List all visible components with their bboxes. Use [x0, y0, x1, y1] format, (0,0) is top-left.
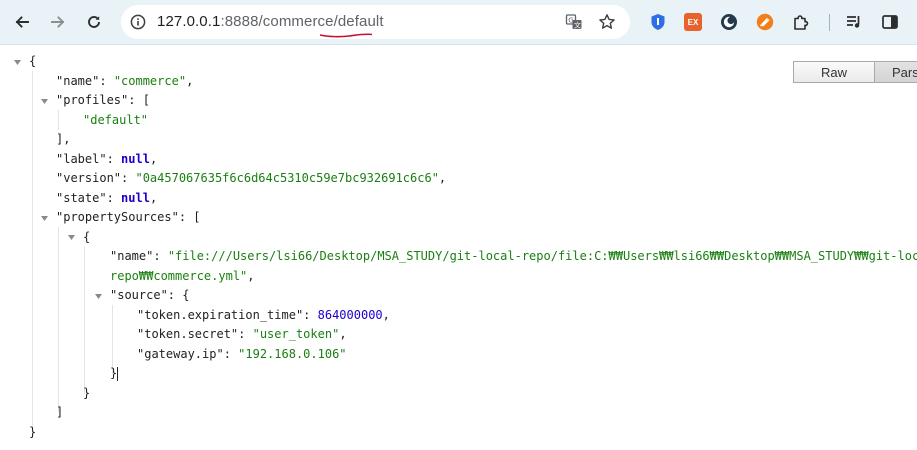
json-line: "state": null, — [56, 191, 158, 205]
back-button[interactable] — [9, 9, 35, 35]
json-key: "label" — [56, 152, 107, 166]
url-path: :8888/commerce/default — [220, 13, 384, 30]
json-line: "label": null, — [56, 152, 158, 166]
collapse-toggle-icon[interactable] — [94, 292, 103, 301]
json-string: "default" — [83, 113, 149, 127]
translate-icon[interactable]: G 文 — [565, 13, 583, 31]
collapse-toggle-icon[interactable] — [40, 214, 49, 223]
reading-list-icon — [847, 16, 860, 28]
json-line: "token.expiration_time": 864000000, — [137, 308, 390, 322]
json-key: "source" — [110, 288, 168, 302]
back-arrow-icon — [15, 16, 29, 28]
svg-text:文: 文 — [574, 21, 581, 30]
json-string: "192.168.0.106" — [238, 347, 347, 361]
json-null: null — [121, 191, 150, 205]
json-line: } — [83, 386, 91, 400]
extensions-puzzle-icon — [794, 15, 809, 30]
json-key: "name" — [110, 249, 154, 263]
extensions-button[interactable] — [792, 13, 810, 31]
reload-icon — [88, 16, 100, 28]
reading-list-button[interactable] — [845, 13, 863, 31]
json-line: repo₩₩commerce.yml", — [110, 269, 255, 283]
json-line: ], — [56, 132, 71, 146]
collapse-toggle-icon[interactable] — [13, 58, 22, 67]
forward-button[interactable] — [45, 9, 71, 35]
json-line: { — [29, 54, 37, 68]
json-line: "gateway.ip": "192.168.0.106" — [137, 347, 347, 361]
ex-extension-icon: EX — [687, 17, 699, 27]
toolbar-divider — [829, 14, 830, 31]
json-string: "file:///Users/lsi66/Desktop/MSA_STUDY/g… — [167, 249, 917, 263]
forward-arrow-icon — [51, 16, 65, 28]
browser-toolbar: 127.0.0.1:8888/commerce/default G 文 EX — [0, 0, 917, 45]
bookmark-star-icon[interactable] — [598, 13, 616, 31]
json-line: "name": "file:///Users/lsi66/Desktop/MSA… — [110, 247, 917, 266]
parsed-button[interactable]: Parsed — [874, 61, 917, 83]
json-line: } — [29, 425, 37, 439]
json-string: "0a457067635f6c6d64c5310c59e7bc932691c6c… — [135, 171, 439, 185]
json-line: "source": { — [110, 288, 190, 302]
json-key: "name" — [56, 74, 100, 88]
url-text[interactable]: 127.0.0.1:8888/commerce/default — [157, 13, 384, 31]
moon-extension-icon — [721, 14, 737, 30]
json-line: "propertySources": [ — [56, 210, 201, 224]
site-info-icon[interactable] — [130, 14, 146, 30]
json-line: "profiles": [ — [56, 93, 150, 107]
json-key: "token.secret" — [137, 327, 239, 341]
json-key: "profiles" — [56, 93, 129, 107]
json-line: ] — [56, 405, 64, 419]
url-red-underline — [319, 33, 373, 38]
json-number: 864000000 — [317, 308, 383, 322]
json-line: "name": "commerce", — [56, 74, 194, 88]
moon-extension-button[interactable] — [720, 13, 738, 31]
orange-extension-button[interactable] — [756, 13, 774, 31]
json-line: "version": "0a457067635f6c6d64c5310c59e7… — [56, 171, 447, 185]
shield-extension-icon — [651, 14, 665, 30]
json-line: "default" — [83, 111, 148, 130]
json-key: "propertySources" — [56, 210, 179, 224]
json-line: "token.secret": "user_token", — [137, 327, 347, 341]
json-line: { — [83, 230, 91, 244]
json-string: repo₩₩commerce.yml" — [110, 269, 248, 283]
indent-guide — [58, 110, 59, 130]
raw-button[interactable]: Raw — [793, 61, 875, 83]
json-key: "gateway.ip" — [137, 347, 224, 361]
indent-guide — [32, 71, 33, 431]
shield-extension-button[interactable] — [649, 13, 667, 31]
indent-guide — [58, 227, 59, 412]
collapse-toggle-icon[interactable] — [40, 97, 49, 106]
text-cursor — [117, 367, 118, 381]
url-host: 127.0.0.1 — [157, 13, 221, 30]
json-string: "commerce" — [113, 74, 187, 88]
side-panel-button[interactable] — [881, 13, 899, 31]
orange-extension-icon — [756, 13, 774, 31]
json-string: "user_token" — [252, 327, 340, 341]
reload-button[interactable] — [81, 9, 107, 35]
indent-guide — [84, 246, 85, 394]
json-key: "token.expiration_time" — [137, 308, 304, 322]
side-panel-icon — [882, 15, 898, 29]
json-key: "state" — [56, 191, 107, 205]
address-bar[interactable]: 127.0.0.1:8888/commerce/default G 文 — [121, 5, 630, 39]
ex-extension-button[interactable]: EX — [684, 13, 702, 31]
json-null: null — [121, 152, 150, 166]
collapse-toggle-icon[interactable] — [67, 233, 76, 242]
json-key: "version" — [56, 171, 122, 185]
